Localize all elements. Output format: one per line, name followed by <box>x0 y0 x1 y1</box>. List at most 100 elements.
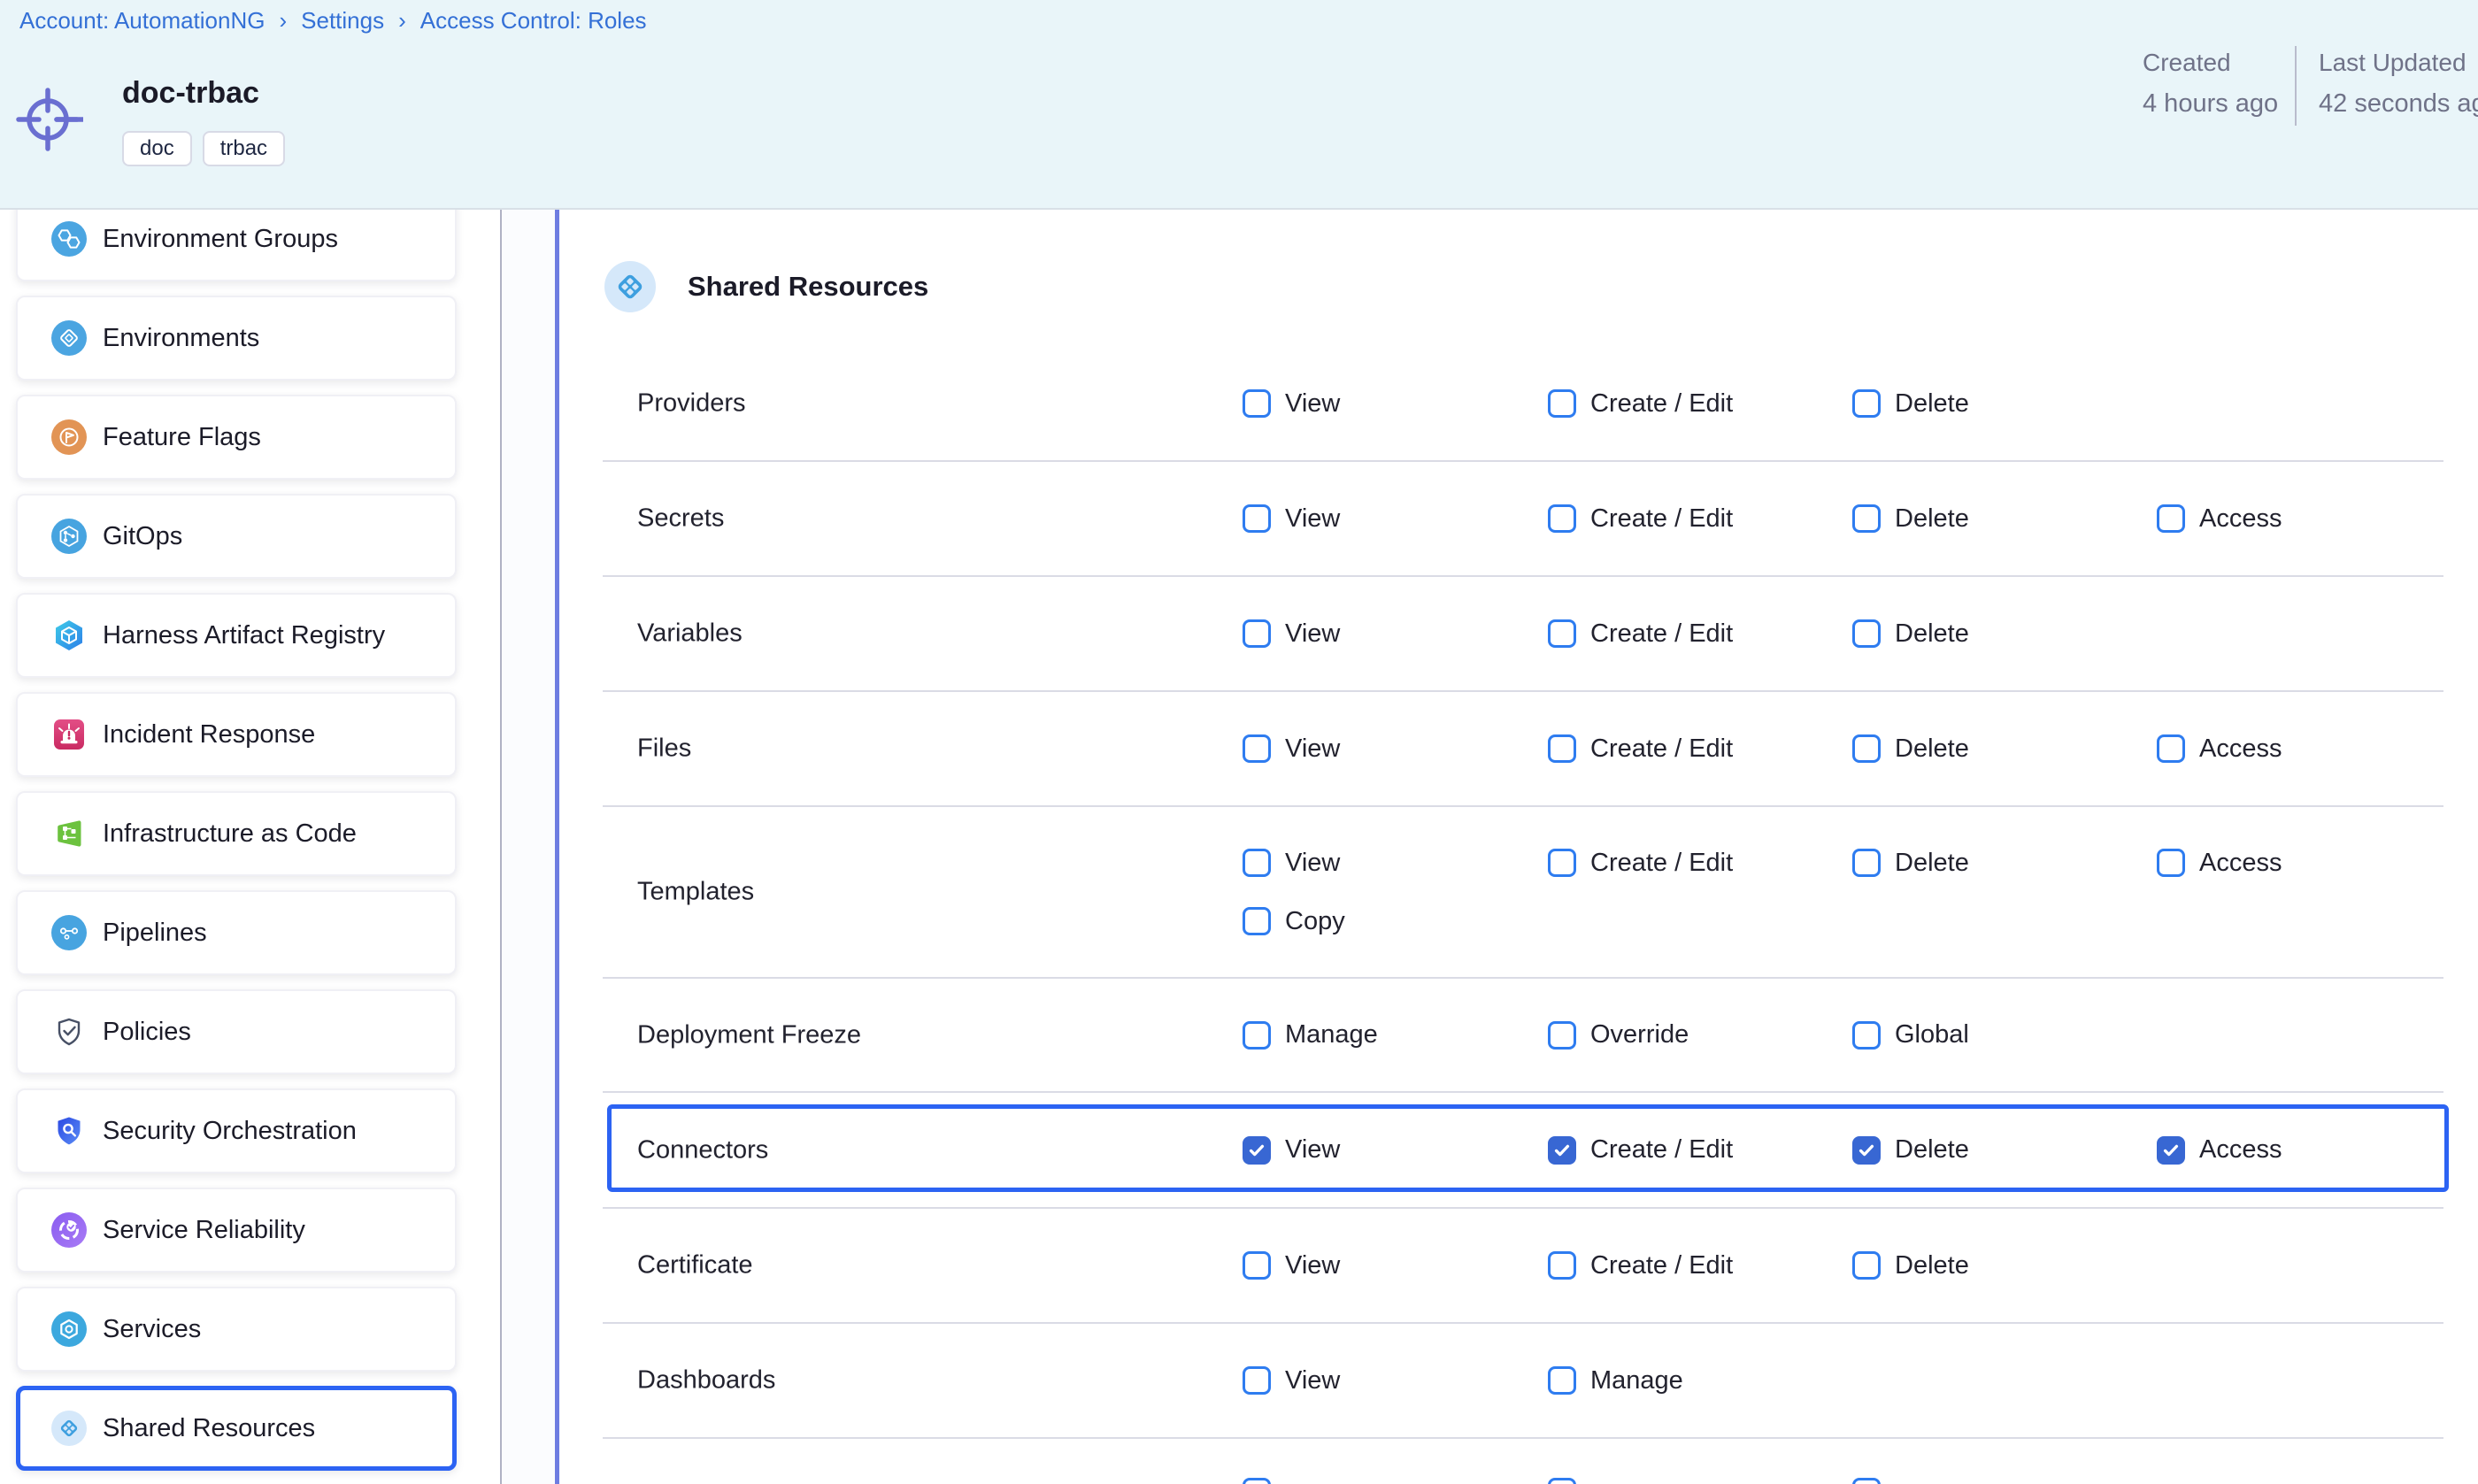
checkbox-row-option[interactable] <box>1243 1478 1271 1484</box>
checkbox-box[interactable] <box>1548 1021 1576 1050</box>
sidebar-item-pipelines[interactable]: Pipelines <box>16 890 457 975</box>
checkbox-deployment-freeze-manage[interactable]: Manage <box>1243 1021 1378 1050</box>
checkbox-box[interactable] <box>1548 504 1576 533</box>
checkbox-box[interactable] <box>1243 389 1271 418</box>
environments-icon <box>51 320 87 356</box>
checkbox-files-delete[interactable]: Delete <box>1852 734 1969 763</box>
infrastructure-as-code-icon <box>51 816 87 851</box>
checkbox-secrets-view[interactable]: View <box>1243 504 1340 533</box>
checkbox-variables-delete[interactable]: Delete <box>1852 619 1969 648</box>
checkbox-label: View <box>1285 619 1340 649</box>
checkbox-box[interactable] <box>1852 504 1881 533</box>
checkbox-templates-create-edit[interactable]: Create / Edit <box>1548 849 1733 877</box>
checkbox-box[interactable] <box>1243 734 1271 763</box>
security-orchestration-icon <box>51 1113 87 1149</box>
checkbox-deployment-freeze-global[interactable]: Global <box>1852 1021 1969 1050</box>
checkbox-box[interactable] <box>1548 734 1576 763</box>
checkbox-label: Delete <box>1895 619 1969 649</box>
sidebar-item-harness-artifact-registry[interactable]: Harness Artifact Registry <box>16 593 457 678</box>
checkbox-box[interactable] <box>1852 734 1881 763</box>
checkbox-templates-view[interactable]: View <box>1243 849 1340 877</box>
checkbox-box[interactable] <box>1548 389 1576 418</box>
checkbox-box[interactable] <box>1243 1021 1271 1050</box>
checkbox-variables-view[interactable]: View <box>1243 619 1340 648</box>
checkbox-label: Access <box>2199 1135 2282 1165</box>
breadcrumb-chevron-icon: › <box>279 7 287 35</box>
checkbox-box[interactable] <box>1548 849 1576 877</box>
checkbox-box[interactable] <box>2157 734 2185 763</box>
checkbox-box[interactable] <box>1548 1251 1576 1280</box>
checkbox-box[interactable] <box>1852 849 1881 877</box>
checkbox-connectors-create-edit[interactable]: Create / Edit <box>1548 1136 1733 1165</box>
checkbox-certificate-create-edit[interactable]: Create / Edit <box>1548 1251 1733 1280</box>
sidebar-item-policies[interactable]: Policies <box>16 989 457 1074</box>
checkbox-box[interactable] <box>1852 389 1881 418</box>
checkbox-templates-copy[interactable]: Copy <box>1243 907 1345 935</box>
checkbox-label: View <box>1285 1135 1340 1165</box>
resource-label: Templates <box>637 878 754 907</box>
checkbox-row-option[interactable] <box>1852 1478 1881 1484</box>
checkbox-providers-delete[interactable]: Delete <box>1852 389 1969 418</box>
checkbox-box[interactable] <box>1548 619 1576 648</box>
checkbox-secrets-create-edit[interactable]: Create / Edit <box>1548 504 1733 533</box>
breadcrumb-account-link[interactable]: Account: AutomationNG <box>19 7 265 35</box>
checkbox-checked-icon[interactable] <box>1548 1136 1576 1165</box>
checkbox-box[interactable] <box>1852 1251 1881 1280</box>
checkbox-box[interactable] <box>1243 849 1271 877</box>
checkbox-box[interactable] <box>1243 619 1271 648</box>
checkbox-connectors-access[interactable]: Access <box>2157 1136 2282 1165</box>
checkbox-row-option[interactable] <box>1548 1478 1576 1484</box>
checkbox-variables-create-edit[interactable]: Create / Edit <box>1548 619 1733 648</box>
checkbox-templates-access[interactable]: Access <box>2157 849 2282 877</box>
checkbox-box[interactable] <box>1548 1366 1576 1395</box>
checkbox-dashboards-view[interactable]: View <box>1243 1366 1340 1395</box>
checkbox-label: Create / Edit <box>1590 734 1733 764</box>
checkbox-certificate-delete[interactable]: Delete <box>1852 1251 1969 1280</box>
checkbox-providers-create-edit[interactable]: Create / Edit <box>1548 389 1733 418</box>
sidebar-item-environments[interactable]: Environments <box>16 296 457 381</box>
checkbox-certificate-view[interactable]: View <box>1243 1251 1340 1280</box>
checkbox-box[interactable] <box>1243 504 1271 533</box>
checkbox-secrets-delete[interactable]: Delete <box>1852 504 1969 533</box>
checkbox-files-create-edit[interactable]: Create / Edit <box>1548 734 1733 763</box>
checkbox-box[interactable] <box>1852 1021 1881 1050</box>
sidebar-item-security-orchestration[interactable]: Security Orchestration <box>16 1088 457 1173</box>
checkbox-providers-view[interactable]: View <box>1243 389 1340 418</box>
checkbox-box[interactable] <box>1243 1366 1271 1395</box>
tag-list: doc trbac <box>122 131 285 166</box>
checkbox-box[interactable] <box>1852 619 1881 648</box>
permission-row-clipped <box>603 1439 2443 1484</box>
checkbox-templates-delete[interactable]: Delete <box>1852 849 1969 877</box>
sidebar-item-service-reliability[interactable]: Service Reliability <box>16 1188 457 1273</box>
checkbox-deployment-freeze-override[interactable]: Override <box>1548 1021 1689 1050</box>
sidebar-gutter <box>502 210 555 1484</box>
checkbox-box[interactable] <box>2157 504 2185 533</box>
checkbox-box[interactable] <box>1243 907 1271 935</box>
breadcrumb-settings-link[interactable]: Settings <box>301 7 384 35</box>
sidebar-item-incident-response[interactable]: Incident Response <box>16 692 457 777</box>
sidebar-item-shared-resources[interactable]: Shared Resources <box>16 1386 457 1471</box>
checkbox-box[interactable] <box>1852 1478 1881 1484</box>
checkbox-checked-icon[interactable] <box>1852 1136 1881 1165</box>
checkbox-checked-icon[interactable] <box>2157 1136 2185 1165</box>
breadcrumb-roles-link[interactable]: Access Control: Roles <box>420 7 647 35</box>
checkbox-connectors-delete[interactable]: Delete <box>1852 1136 1969 1165</box>
checkbox-files-access[interactable]: Access <box>2157 734 2282 763</box>
checkbox-secrets-access[interactable]: Access <box>2157 504 2282 533</box>
checkbox-dashboards-manage[interactable]: Manage <box>1548 1366 1683 1395</box>
sidebar-item-services[interactable]: Services <box>16 1287 457 1372</box>
checkbox-box[interactable] <box>2157 849 2185 877</box>
sidebar-item-label: GitOps <box>103 522 182 551</box>
checkbox-connectors-view[interactable]: View <box>1243 1136 1340 1165</box>
sidebar-item-gitops[interactable]: GitOps <box>16 494 457 579</box>
sidebar-item-feature-flags[interactable]: Feature Flags <box>16 395 457 480</box>
page-title: doc-trbac <box>122 76 259 111</box>
checkbox-box[interactable] <box>1243 1478 1271 1484</box>
checkbox-checked-icon[interactable] <box>1243 1136 1271 1165</box>
checkbox-box[interactable] <box>1548 1478 1576 1484</box>
sidebar-item-environment-groups[interactable]: Environment Groups <box>16 210 457 281</box>
checkbox-label: View <box>1285 849 1340 878</box>
checkbox-box[interactable] <box>1243 1251 1271 1280</box>
sidebar-item-infrastructure-as-code[interactable]: Infrastructure as Code <box>16 791 457 876</box>
checkbox-files-view[interactable]: View <box>1243 734 1340 763</box>
